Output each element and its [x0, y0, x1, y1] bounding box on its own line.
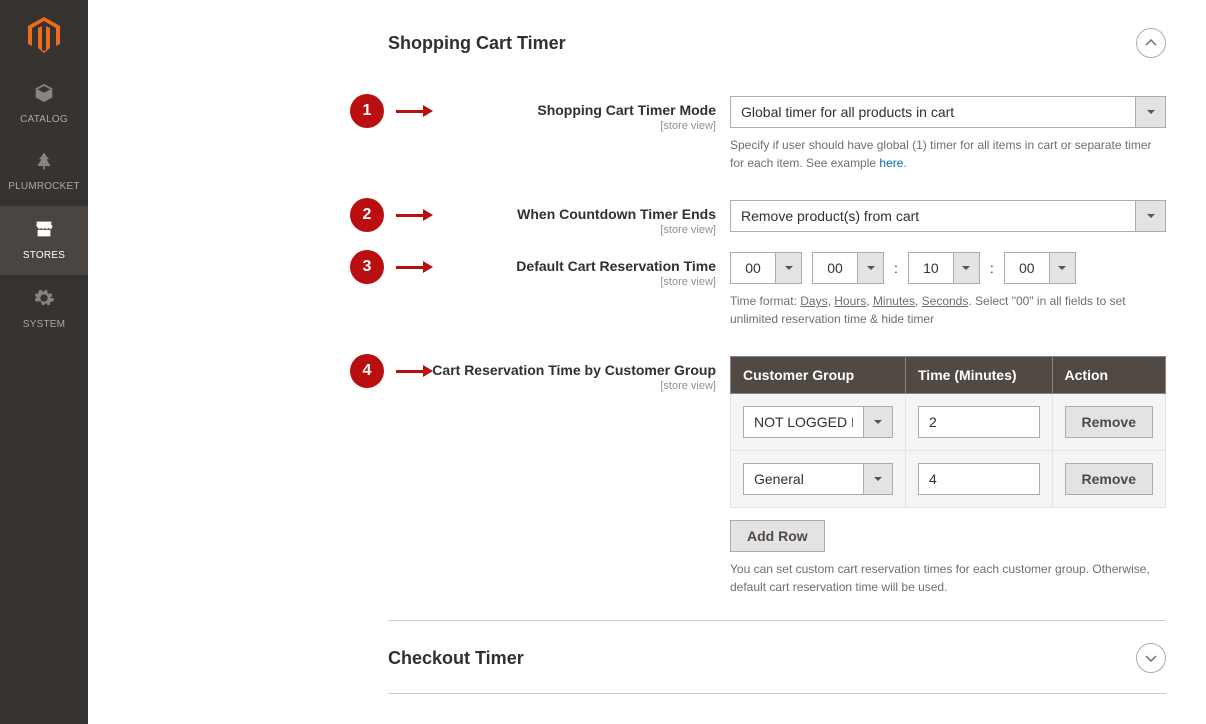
sidebar-item-label: STORES — [23, 250, 65, 261]
chevron-down-icon — [1136, 96, 1166, 128]
magento-logo[interactable] — [28, 0, 60, 70]
annotation-4: 4 — [350, 354, 433, 388]
table-row: Remove — [731, 451, 1166, 508]
chevron-up-icon — [1145, 37, 1157, 49]
section-title: Checkout Timer — [388, 648, 524, 669]
remove-button[interactable]: Remove — [1065, 463, 1153, 495]
sidebar-item-label: PLUMROCKET — [8, 181, 79, 192]
by-group-hint: You can set custom cart reservation time… — [730, 560, 1166, 596]
annotation-3: 3 — [350, 250, 433, 284]
field-scope: [store view] — [388, 276, 716, 288]
field-scope: [store view] — [388, 380, 716, 392]
mode-select[interactable]: Global timer for all products in cart — [730, 96, 1166, 128]
section-divider — [388, 620, 1166, 621]
minutes-value: 10 — [908, 252, 954, 284]
customer-group-table: Customer Group Time (Minutes) Action — [730, 356, 1166, 508]
tree-icon — [0, 151, 88, 175]
annotation-1: 1 — [350, 94, 433, 128]
col-action: Action — [1052, 357, 1165, 394]
field-label-by-group: Cart Reservation Time by Customer Group — [432, 362, 716, 378]
mode-select-value: Global timer for all products in cart — [730, 96, 1136, 128]
example-link[interactable]: here — [879, 156, 903, 170]
field-scope: [store view] — [388, 224, 716, 236]
group-select[interactable] — [743, 463, 893, 495]
hours-select[interactable]: 00 — [812, 252, 884, 284]
sidebar-item-label: SYSTEM — [23, 319, 65, 330]
days-select[interactable]: 00 — [730, 252, 802, 284]
admin-sidebar: CATALOG PLUMROCKET STORES SYSTEM — [0, 0, 88, 724]
sidebar-item-catalog[interactable]: CATALOG — [0, 70, 88, 139]
group-value[interactable] — [743, 406, 863, 438]
field-label-mode: Shopping Cart Timer Mode — [537, 102, 716, 118]
remove-button[interactable]: Remove — [1065, 406, 1153, 438]
chevron-down-icon — [1145, 652, 1157, 664]
mode-hint: Specify if user should have global (1) t… — [730, 136, 1166, 172]
chevron-down-icon — [954, 252, 980, 284]
time-input[interactable] — [918, 406, 1040, 438]
seconds-value: 00 — [1004, 252, 1050, 284]
sidebar-item-system[interactable]: SYSTEM — [0, 275, 88, 344]
annotation-2: 2 — [350, 198, 433, 232]
add-row-button[interactable]: Add Row — [730, 520, 825, 552]
default-time-hint: Time format: Days, Hours, Minutes, Secon… — [730, 292, 1166, 328]
cube-icon — [0, 82, 88, 108]
section-checkout-timer[interactable]: Checkout Timer — [388, 635, 1166, 683]
field-scope: [store view] — [388, 120, 716, 132]
seconds-select[interactable]: 00 — [1004, 252, 1076, 284]
collapse-button[interactable] — [1136, 28, 1166, 58]
chevron-down-icon — [776, 252, 802, 284]
gear-icon — [0, 287, 88, 313]
col-customer-group: Customer Group — [731, 357, 906, 394]
col-time: Time (Minutes) — [906, 357, 1053, 394]
chevron-down-icon — [1136, 200, 1166, 232]
field-label-onend: When Countdown Timer Ends — [517, 206, 716, 222]
time-input[interactable] — [918, 463, 1040, 495]
days-value: 00 — [730, 252, 776, 284]
group-value[interactable] — [743, 463, 863, 495]
group-select[interactable] — [743, 406, 893, 438]
sidebar-item-plumrocket[interactable]: PLUMROCKET — [0, 139, 88, 206]
chevron-down-icon — [858, 252, 884, 284]
section-title: Shopping Cart Timer — [388, 33, 566, 54]
hours-value: 00 — [812, 252, 858, 284]
section-divider — [388, 693, 1166, 694]
sidebar-item-stores[interactable]: STORES — [0, 206, 88, 275]
section-shopping-cart-timer: Shopping Cart Timer — [388, 20, 1166, 68]
chevron-down-icon — [863, 463, 893, 495]
minutes-select[interactable]: 10 — [908, 252, 980, 284]
main-content: Shopping Cart Timer 1 Shopping Cart Time… — [88, 0, 1206, 724]
onend-select-value: Remove product(s) from cart — [730, 200, 1136, 232]
chevron-down-icon — [1050, 252, 1076, 284]
expand-button[interactable] — [1136, 643, 1166, 673]
chevron-down-icon — [863, 406, 893, 438]
sidebar-item-label: CATALOG — [20, 114, 68, 125]
onend-select[interactable]: Remove product(s) from cart — [730, 200, 1166, 232]
table-row: Remove — [731, 394, 1166, 451]
field-label-default-time: Default Cart Reservation Time — [516, 258, 716, 274]
store-icon — [0, 218, 88, 244]
